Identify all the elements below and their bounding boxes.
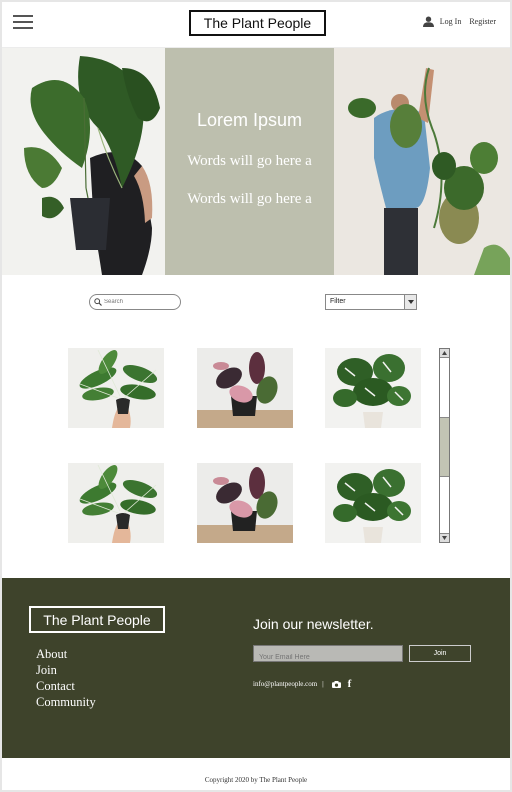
product-card-image[interactable] — [197, 463, 293, 543]
hero-banner: Lorem Ipsum Words will go here a Words w… — [2, 48, 510, 275]
search-input[interactable] — [104, 299, 174, 305]
register-link[interactable]: Register — [469, 17, 496, 26]
account-links: Log In Register — [422, 16, 496, 27]
product-card-image[interactable] — [197, 348, 293, 428]
hero-title: Lorem Ipsum — [196, 110, 303, 130]
site-header: The Plant People Log In Register — [2, 2, 510, 48]
chevron-down-icon[interactable] — [404, 295, 416, 309]
newsletter-email-field[interactable] — [253, 645, 403, 665]
product-card-image[interactable] — [325, 348, 421, 428]
search-icon — [94, 298, 102, 306]
contact-row: info@plantpeople.com | f — [253, 678, 358, 690]
email-input[interactable] — [254, 650, 402, 665]
site-footer: The Plant People About Join Contact Comm… — [2, 578, 510, 758]
menu-icon[interactable] — [13, 14, 33, 30]
hero-line-2: Words will go here a — [187, 191, 312, 207]
join-button[interactable]: Join — [409, 645, 471, 662]
footer-link-community[interactable]: Community — [36, 694, 96, 710]
copyright-text: Copyright 2020 by The Plant People — [204, 776, 308, 784]
separator: | — [322, 680, 324, 688]
footer-link-about[interactable]: About — [36, 646, 96, 662]
search-box[interactable] — [89, 294, 181, 310]
scroll-thumb[interactable] — [440, 417, 449, 477]
filter-label: Filter — [330, 298, 346, 305]
brand-logo[interactable]: The Plant People — [189, 10, 326, 36]
product-card-image[interactable] — [325, 463, 421, 543]
product-card-image[interactable] — [68, 463, 164, 543]
user-icon — [422, 16, 434, 27]
footer-link-contact[interactable]: Contact — [36, 678, 96, 694]
camera-icon[interactable] — [331, 680, 341, 688]
contact-email[interactable]: info@plantpeople.com — [253, 680, 317, 688]
footer-link-join[interactable]: Join — [36, 662, 96, 678]
footer-brand-logo[interactable]: The Plant People — [29, 606, 165, 633]
product-card-image[interactable] — [68, 348, 164, 428]
scroll-up-icon[interactable] — [440, 349, 449, 358]
product-scrollbar[interactable] — [439, 348, 450, 543]
hero-line-1: Words will go here a — [187, 153, 312, 169]
filter-select[interactable]: Filter — [325, 294, 417, 310]
footer-nav: About Join Contact Community — [36, 646, 96, 710]
facebook-icon[interactable]: f — [348, 678, 352, 690]
login-link[interactable]: Log In — [440, 17, 462, 26]
hero-image-right — [334, 48, 510, 275]
scroll-down-icon[interactable] — [440, 533, 449, 542]
hero-text-panel: Lorem Ipsum Words will go here a Words w… — [165, 48, 334, 275]
hero-image-left — [2, 48, 165, 275]
newsletter-title: Join our newsletter. — [253, 616, 374, 632]
page: The Plant People Log In Register Lorem I… — [2, 2, 510, 790]
